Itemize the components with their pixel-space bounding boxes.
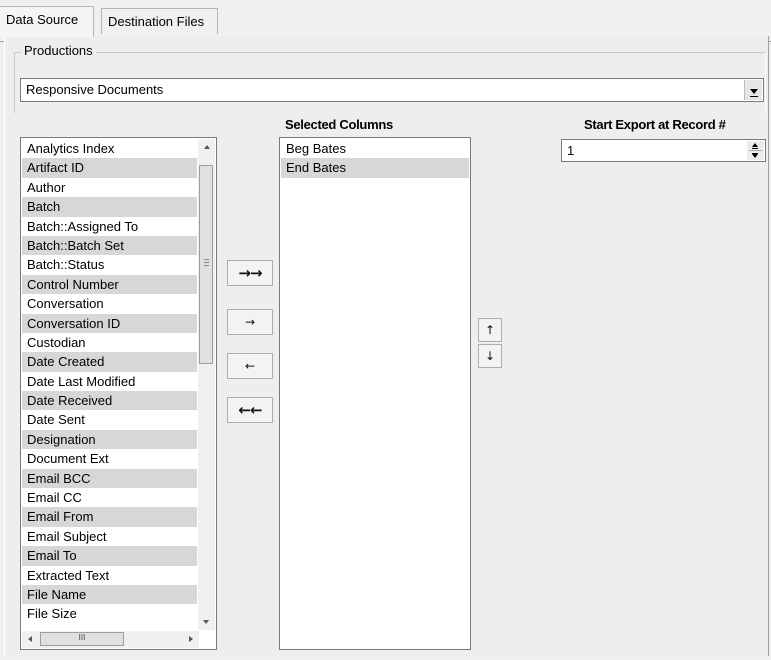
list-item[interactable]: Document Ext [22, 449, 197, 468]
export-window: Data Source Destination Files Production… [0, 0, 771, 660]
list-item[interactable]: Conversation [22, 294, 197, 313]
list-item[interactable]: Conversation ID [22, 313, 197, 333]
available-fields-list[interactable]: Analytics Index Artifact ID Author Batch Bat… [20, 137, 217, 650]
scroll-left-icon[interactable] [28, 636, 32, 642]
dropdown-button[interactable] [744, 80, 762, 100]
remove-button[interactable]: ← [227, 353, 273, 379]
selected-columns-items: Beg Bates End Bates [281, 139, 469, 178]
list-item[interactable]: Date Received [22, 391, 197, 411]
list-item[interactable]: Date Last Modified [22, 372, 197, 391]
list-item[interactable]: Analytics Index [22, 139, 197, 158]
grip-line-icon [204, 259, 209, 260]
list-item[interactable]: File Name [22, 584, 197, 605]
move-up-button[interactable]: ↑ [478, 318, 502, 342]
list-item[interactable]: Batch::Status [22, 255, 197, 274]
spin-up-bar-icon [752, 148, 758, 149]
selected-columns-list[interactable]: Beg Bates End Bates [279, 137, 471, 650]
chevron-down-icon [749, 88, 758, 94]
move-down-button[interactable]: ↓ [478, 344, 502, 368]
list-item[interactable]: Email To [22, 546, 197, 566]
scroll-up-icon[interactable] [203, 145, 210, 149]
list-item[interactable]: Control Number [22, 274, 197, 295]
list-item[interactable]: Email BCC [22, 468, 197, 489]
scroll-down-icon[interactable] [203, 620, 209, 624]
add-all-button[interactable]: →→ [227, 260, 273, 286]
scroll-right-icon[interactable] [189, 636, 193, 642]
productions-selected-value: Responsive Documents [26, 82, 164, 97]
spin-divider [749, 150, 762, 151]
list-item[interactable]: Batch::Batch Set [22, 235, 197, 256]
start-export-label: Start Export at Record # [584, 117, 726, 132]
productions-group-label: Productions [21, 43, 96, 58]
list-item[interactable]: Beg Bates [281, 139, 469, 158]
vscroll-thumb[interactable] [199, 165, 213, 364]
list-item[interactable]: Batch [22, 197, 197, 217]
list-item[interactable]: Email From [22, 507, 197, 527]
list-item[interactable]: Email Subject [22, 527, 197, 546]
list-item[interactable]: Author [22, 178, 197, 197]
available-fields-vscroll[interactable] [198, 139, 215, 630]
available-fields-hscroll[interactable]: III [22, 631, 199, 648]
grip-line-icon [204, 265, 209, 266]
list-item[interactable]: Artifact ID [22, 158, 197, 178]
list-item[interactable]: Date Created [22, 352, 197, 372]
spinner-buttons[interactable] [747, 141, 764, 160]
list-item[interactable]: Extracted Text [22, 566, 197, 585]
list-item[interactable]: End Bates [281, 158, 469, 178]
productions-dropdown[interactable]: Responsive Documents [20, 78, 764, 102]
grip-line-icon [204, 262, 209, 263]
list-item[interactable]: Batch::Assigned To [22, 217, 197, 236]
tab-destination-files[interactable]: Destination Files [101, 8, 218, 34]
hscroll-thumb[interactable]: III [40, 632, 124, 646]
spin-down-icon[interactable] [752, 154, 758, 158]
dropdown-underline-icon [749, 96, 758, 97]
list-item[interactable]: Date Sent [22, 410, 197, 429]
start-record-value[interactable]: 1 [567, 143, 574, 158]
tab-bar: Data Source Destination Files [0, 6, 771, 42]
start-record-spinner[interactable]: 1 [561, 139, 766, 162]
add-button[interactable]: → [227, 309, 273, 335]
tab-data-source[interactable]: Data Source [0, 6, 94, 37]
spin-up-icon[interactable] [752, 143, 758, 147]
remove-all-button[interactable]: ←← [227, 397, 273, 423]
list-item[interactable]: File Size [22, 604, 197, 623]
list-item[interactable]: Designation [22, 429, 197, 450]
selected-columns-header: Selected Columns [285, 117, 393, 132]
available-fields-items: Analytics Index Artifact ID Author Batch Bat… [22, 139, 197, 624]
list-item[interactable]: Email CC [22, 488, 197, 507]
list-item[interactable]: Custodian [22, 333, 197, 352]
